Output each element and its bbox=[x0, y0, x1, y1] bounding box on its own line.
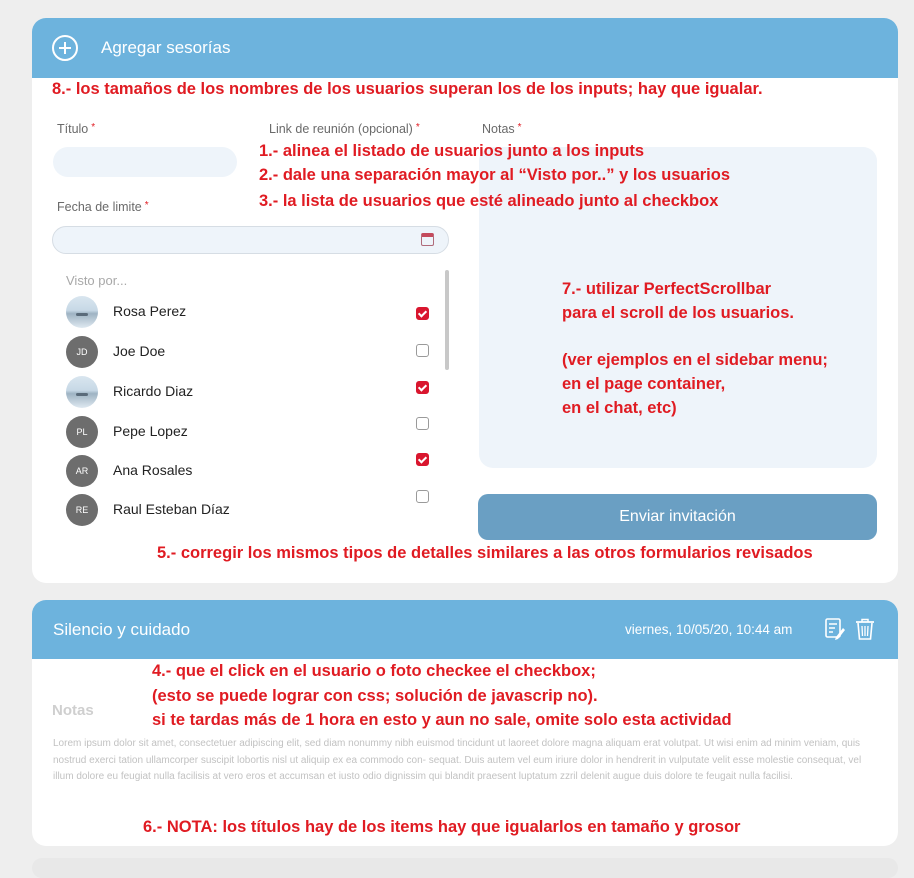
annotation-5: 5.- corregir los mismos tipos de detalle… bbox=[157, 544, 813, 562]
user-checkbox[interactable] bbox=[416, 453, 429, 466]
user-list[interactable]: Rosa Perez JD Joe Doe Ricardo Diaz PL Pepe Lo… bbox=[32, 294, 452, 539]
title-input[interactable] bbox=[53, 147, 237, 177]
user-row[interactable]: RE Raul Esteban Díaz bbox=[66, 494, 446, 528]
card-header: Silencio y cuidado viernes, 10/05/20, 10… bbox=[32, 600, 898, 659]
user-name[interactable]: Rosa Perez bbox=[113, 303, 186, 319]
annotation-8: 8.- los tamaños de los nombres de los us… bbox=[52, 80, 763, 98]
user-row[interactable]: AR Ana Rosales bbox=[66, 455, 446, 489]
deadline-label: Fecha de limite * bbox=[57, 200, 149, 214]
card-title: Agregar sesorías bbox=[101, 38, 231, 57]
add-circle-icon[interactable] bbox=[52, 35, 78, 61]
user-name[interactable]: Ana Rosales bbox=[113, 462, 192, 478]
notes-title: Notas bbox=[52, 702, 94, 719]
annotation-1: 1.- alinea el listado de usuarios junto … bbox=[259, 142, 645, 160]
trash-icon[interactable] bbox=[854, 617, 876, 641]
title-label: Título * bbox=[57, 122, 96, 136]
seen-by-label: Visto por... bbox=[66, 273, 128, 288]
user-avatar[interactable] bbox=[66, 296, 98, 328]
notes-label: Notas * bbox=[482, 122, 522, 136]
user-checkbox[interactable] bbox=[416, 344, 429, 357]
user-row[interactable]: PL Pepe Lopez bbox=[66, 416, 446, 450]
session-date: viernes, 10/05/20, 10:44 am bbox=[625, 622, 793, 637]
user-checkbox[interactable] bbox=[416, 307, 429, 320]
annotation-7: 7.- utilizar PerfectScrollbar para el sc… bbox=[562, 280, 828, 417]
user-name[interactable]: Pepe Lopez bbox=[113, 423, 188, 439]
user-row[interactable]: Rosa Perez bbox=[66, 296, 446, 330]
user-avatar[interactable]: PL bbox=[66, 416, 98, 448]
user-avatar[interactable] bbox=[66, 376, 98, 408]
edit-icon[interactable] bbox=[824, 617, 846, 641]
user-row[interactable]: Ricardo Diaz bbox=[66, 376, 446, 410]
user-checkbox[interactable] bbox=[416, 417, 429, 430]
user-row[interactable]: JD Joe Doe bbox=[66, 336, 446, 370]
meeting-link-label: Link de reunión (opcional) * bbox=[269, 122, 420, 136]
user-avatar[interactable]: AR bbox=[66, 455, 98, 487]
next-item-card bbox=[32, 858, 898, 878]
annotation-6: 6.- NOTA: los títulos hay de los items h… bbox=[143, 818, 741, 836]
user-name[interactable]: Joe Doe bbox=[113, 343, 165, 359]
annotation-2: 2.- dale una separación mayor al “Visto … bbox=[259, 166, 731, 184]
annotation-4: 4.- que el click en el usuario o foto ch… bbox=[152, 662, 732, 729]
user-avatar[interactable]: RE bbox=[66, 494, 98, 526]
session-title: Silencio y cuidado bbox=[53, 620, 191, 639]
notes-body: Lorem ipsum dolor sit amet, consectetuer… bbox=[53, 738, 862, 782]
user-list-scrollbar[interactable] bbox=[445, 270, 449, 370]
card-header: Agregar sesorías bbox=[32, 18, 898, 78]
deadline-date-input[interactable] bbox=[52, 226, 449, 254]
user-name[interactable]: Raul Esteban Díaz bbox=[113, 501, 230, 517]
send-invitation-button[interactable]: Enviar invitación bbox=[478, 494, 877, 540]
user-checkbox[interactable] bbox=[416, 381, 429, 394]
session-item-card: Silencio y cuidado viernes, 10/05/20, 10… bbox=[32, 600, 898, 846]
calendar-icon[interactable] bbox=[421, 233, 434, 246]
user-checkbox[interactable] bbox=[416, 490, 429, 503]
annotation-3: 3.- la lista de usuarios que esté alinea… bbox=[259, 192, 719, 210]
user-avatar[interactable]: JD bbox=[66, 336, 98, 368]
add-session-card: Agregar sesorías 8.- los tamaños de los … bbox=[32, 18, 898, 583]
user-name[interactable]: Ricardo Diaz bbox=[113, 383, 193, 399]
